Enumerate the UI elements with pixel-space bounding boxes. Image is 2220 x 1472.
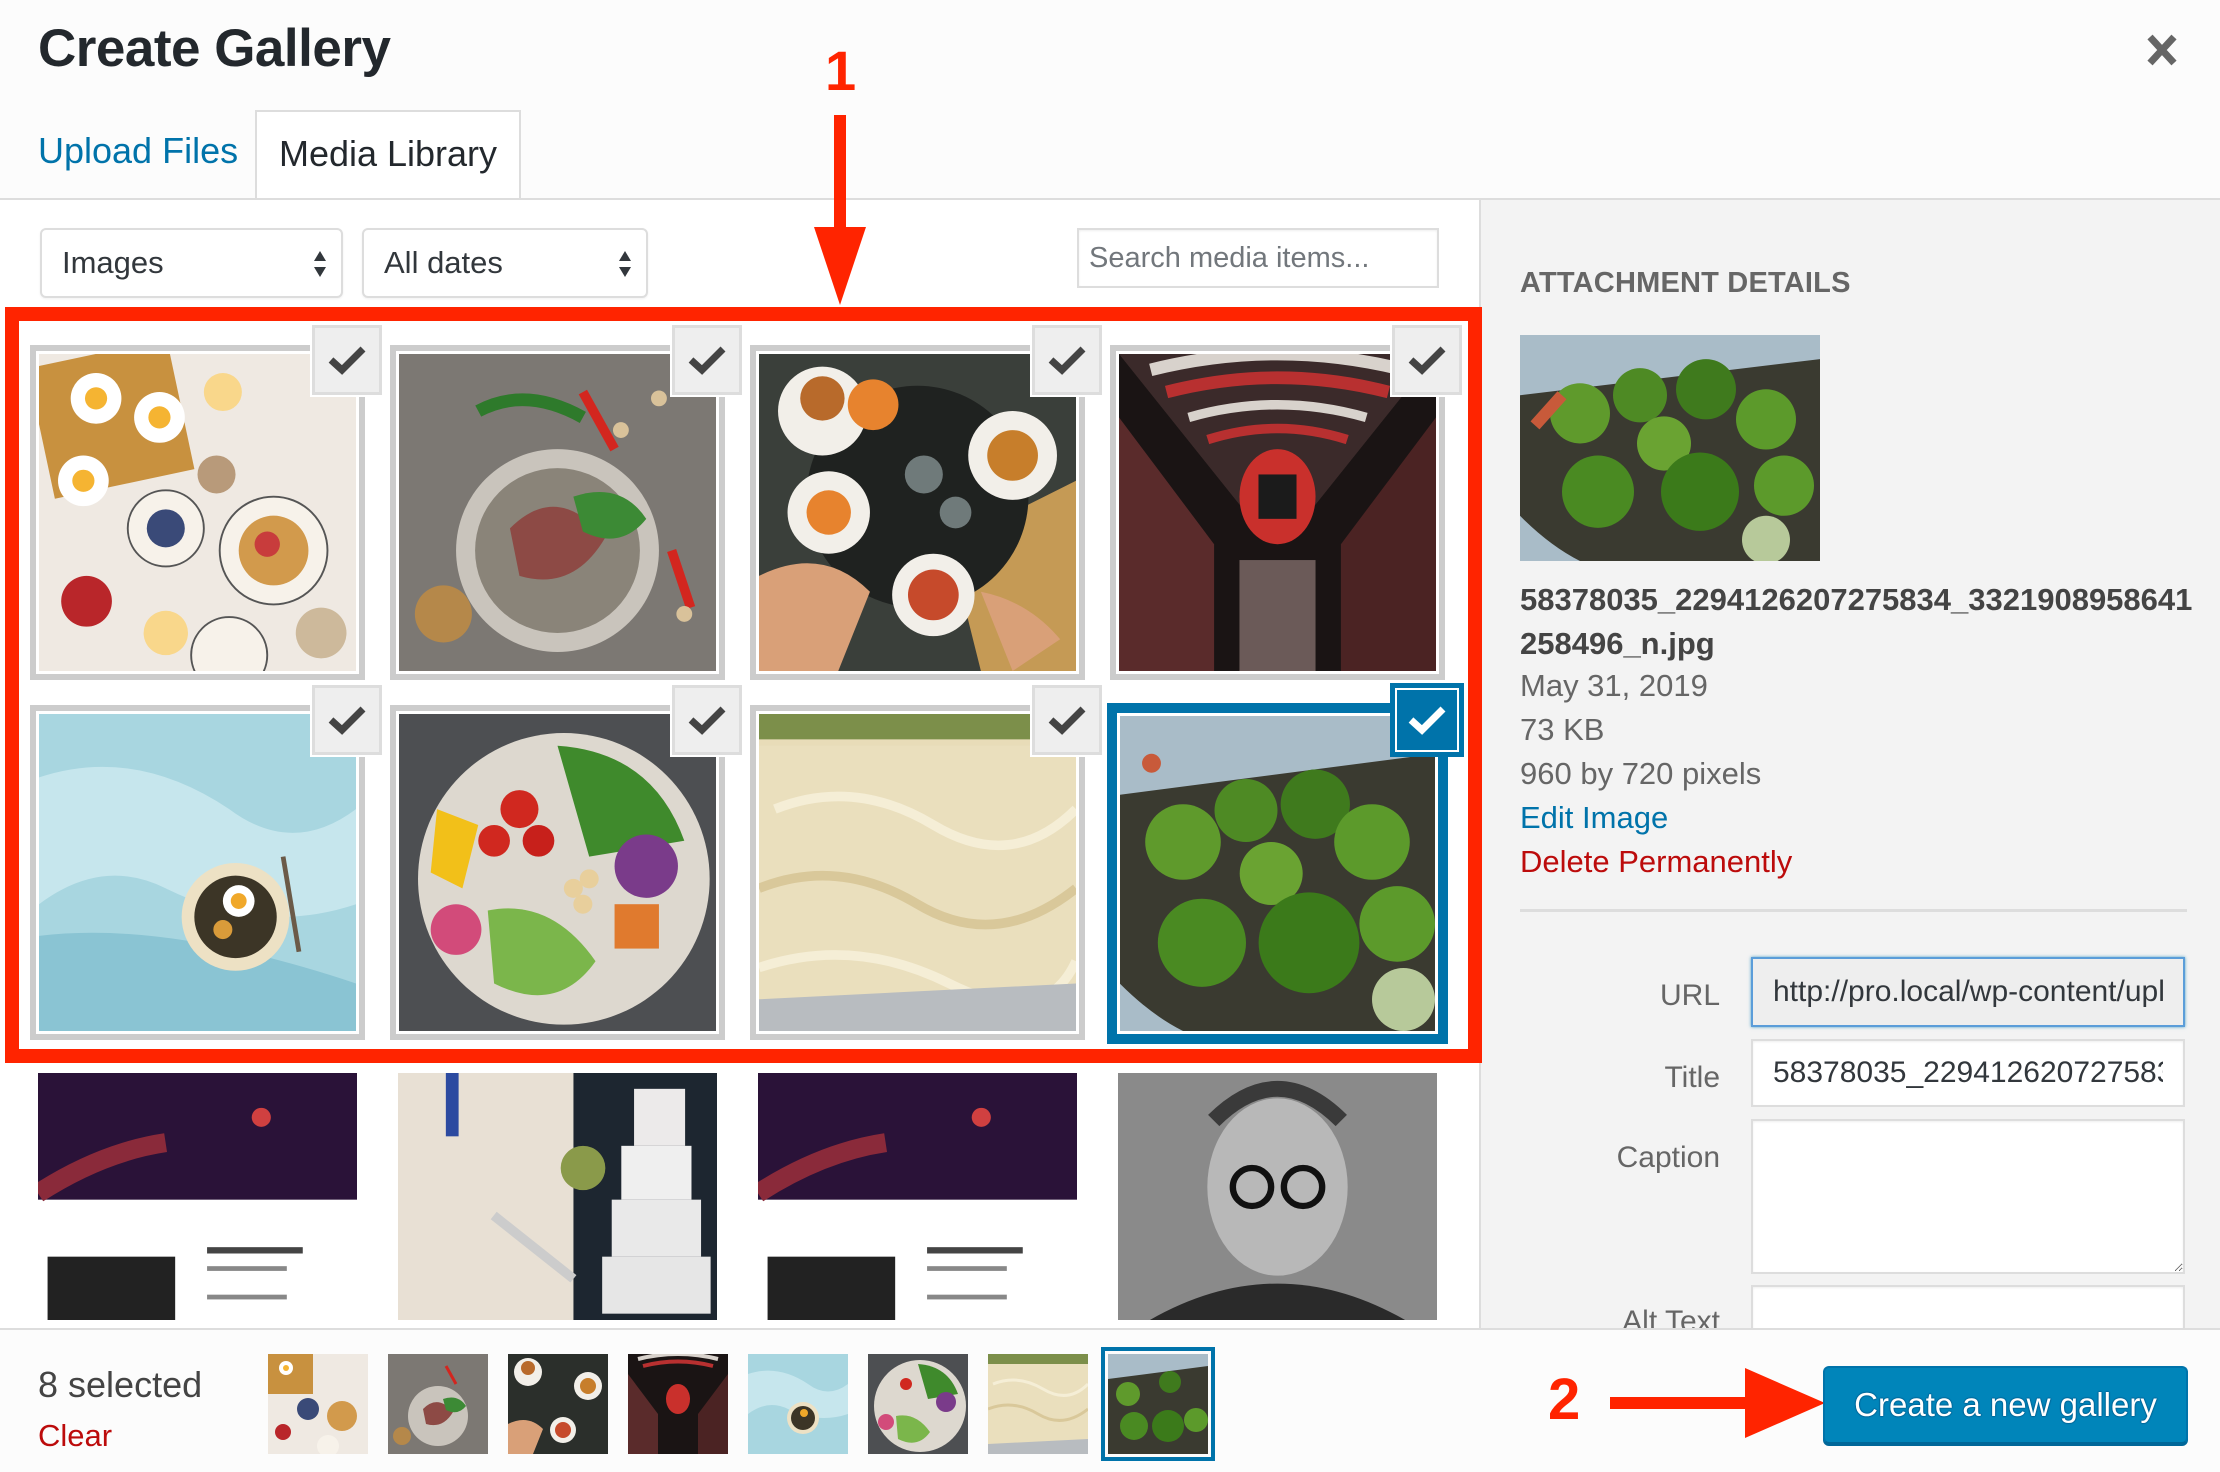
selection-checkbox[interactable]	[1392, 325, 1462, 395]
media-thumbnail-lantern-arcade	[1119, 351, 1436, 671]
selection-thumb-breakfast-spread[interactable]	[268, 1354, 368, 1454]
attachment-details-heading: Attachment Details	[1520, 267, 1851, 299]
attachment-date: May 31, 2019	[1520, 668, 1708, 703]
caption-textarea[interactable]	[1751, 1119, 2185, 1274]
media-type-select-value: Images	[62, 245, 164, 280]
selection-thumb-steak-salad[interactable]	[388, 1354, 488, 1454]
media-thumbnail-burgers-fries	[759, 354, 1076, 671]
media-tile[interactable]	[750, 1065, 1085, 1328]
selection-thumb-burgers-fries[interactable]	[508, 1354, 608, 1454]
details-divider	[1520, 909, 2187, 912]
edit-image-link[interactable]: Edit Image	[1520, 800, 1668, 836]
media-tile[interactable]	[750, 345, 1085, 680]
annotation-number-2: 2	[1548, 1367, 1581, 1432]
delete-permanently-link[interactable]: Delete Permanently	[1520, 844, 1792, 880]
checkmark-icon	[1408, 706, 1446, 735]
selection-thumb-lantern-arcade[interactable]	[628, 1354, 728, 1454]
url-label: URL	[1659, 979, 1720, 1012]
media-tile[interactable]	[390, 705, 725, 1040]
modal-title: Create Gallery	[38, 19, 391, 78]
tab-upload-files[interactable]: Upload Files	[38, 130, 238, 172]
tab-media-library-label: Media Library	[278, 133, 498, 174]
media-tile[interactable]	[390, 345, 725, 680]
close-x-icon	[2147, 34, 2177, 66]
media-thumbnail-breakfast-spread	[36, 351, 356, 674]
checkmark-icon	[328, 346, 366, 375]
media-tile[interactable]	[390, 1065, 725, 1328]
select-arrows-icon	[619, 251, 631, 277]
media-thumbnail-portrait-man-glasses	[1118, 1073, 1437, 1320]
attachment-dimensions: 960 by 720 pixels	[1520, 756, 1762, 791]
selection-count: 8 selected	[38, 1364, 203, 1405]
attachment-file-size: 73 KB	[1520, 712, 1605, 747]
date-filter-select[interactable]: All dates	[362, 228, 648, 298]
selection-thumb-broccoli-tray[interactable]	[1101, 1347, 1215, 1461]
title-label: Title	[1664, 1061, 1720, 1094]
close-button[interactable]	[2140, 28, 2184, 72]
media-thumbnail-steak-salad	[399, 354, 716, 671]
media-thumbnail-cheese-pasta	[757, 714, 1079, 1031]
media-tile[interactable]	[1110, 1065, 1445, 1328]
checkmark-icon	[1048, 706, 1086, 735]
search-media-input[interactable]	[1077, 228, 1439, 288]
selection-checkbox[interactable]	[672, 325, 742, 395]
selection-thumb-cheese-pasta[interactable]	[988, 1354, 1088, 1454]
attachment-preview-image	[1520, 335, 1820, 561]
tab-media-library[interactable]: Media Library	[255, 110, 521, 200]
clear-selection-link[interactable]: Clear	[38, 1418, 112, 1454]
caption-label: Caption	[1616, 1141, 1720, 1174]
selection-checkbox-active[interactable]	[1392, 685, 1462, 755]
selection-checkbox[interactable]	[1032, 325, 1102, 395]
media-thumbnail-plate-on-blue	[39, 714, 356, 1031]
annotation-number-1: 1	[825, 39, 857, 102]
checkmark-icon	[1048, 346, 1086, 375]
media-thumbnail-veggie-bowl	[399, 714, 716, 1031]
media-tile[interactable]	[1110, 345, 1445, 680]
checkmark-icon	[328, 706, 366, 735]
create-gallery-button[interactable]: Create a new gallery	[1823, 1366, 2188, 1444]
create-gallery-button-label: Create a new gallery	[1854, 1386, 2157, 1423]
media-tile[interactable]	[750, 705, 1085, 1040]
annotation-arrow-right-icon	[1610, 1368, 1825, 1438]
select-arrows-icon	[314, 251, 326, 277]
checkmark-icon	[688, 706, 726, 735]
media-tile[interactable]	[30, 705, 365, 1040]
media-thumbnail-website-screenshot-2	[752, 1073, 1077, 1320]
media-thumbnail-wedding-cake	[398, 1073, 717, 1320]
selection-thumb-plate-on-blue[interactable]	[748, 1354, 848, 1454]
url-field[interactable]	[1751, 957, 2185, 1027]
date-filter-select-value: All dates	[384, 245, 503, 280]
selection-checkbox[interactable]	[672, 685, 742, 755]
media-type-select[interactable]: Images	[40, 228, 343, 298]
selection-checkbox[interactable]	[312, 685, 382, 755]
media-tile[interactable]	[30, 1065, 365, 1328]
attachment-filename: 58378035_2294126207275834_33219089586412…	[1520, 582, 2193, 661]
annotation-arrow-down-icon	[814, 115, 866, 305]
selection-checkbox[interactable]	[312, 325, 382, 395]
selection-checkbox[interactable]	[1032, 685, 1102, 755]
title-field[interactable]	[1751, 1039, 2185, 1107]
selection-thumb-veggie-bowl[interactable]	[868, 1354, 968, 1454]
checkmark-icon	[1408, 346, 1446, 375]
media-tile[interactable]	[30, 345, 365, 680]
media-thumbnail-website-screenshot-1	[32, 1073, 357, 1320]
media-thumbnail-broccoli-tray	[1120, 716, 1435, 1031]
checkmark-icon	[688, 346, 726, 375]
